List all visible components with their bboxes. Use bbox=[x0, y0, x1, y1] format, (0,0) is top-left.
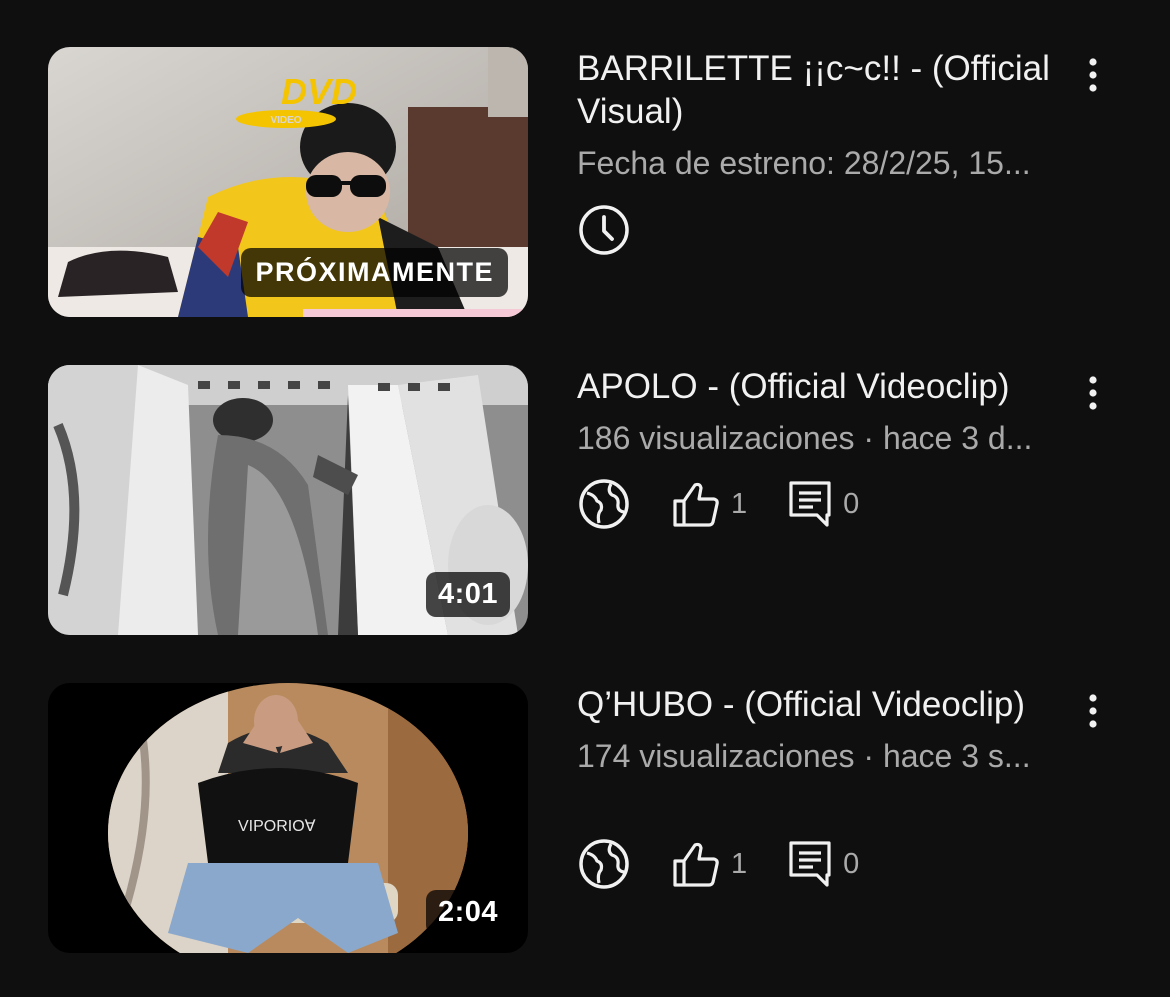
globe-icon bbox=[577, 477, 631, 531]
likes-count: 1 bbox=[731, 847, 748, 880]
video-thumbnail[interactable]: VIPORIO∀ 2:04 bbox=[48, 683, 528, 953]
more-options-button[interactable] bbox=[1073, 691, 1113, 731]
comments-count: 0 bbox=[843, 487, 860, 520]
video-meta: 186 visualizaciones · hace 3 d... bbox=[577, 420, 1033, 456]
video-stats bbox=[577, 203, 671, 257]
likes-stat: 1 bbox=[671, 839, 747, 889]
video-list: DVD VIDEO PRÓXIMAMENTE BARRILETTE ¡¡c~c!… bbox=[0, 0, 1170, 997]
video-item[interactable]: DVD VIDEO PRÓXIMAMENTE BARRILETTE ¡¡c~c!… bbox=[0, 47, 1170, 317]
video-item[interactable]: VIPORIO∀ 2:04 Q’HUBO - (Official Videocl… bbox=[0, 683, 1170, 953]
likes-stat: 1 bbox=[671, 479, 747, 529]
video-info: BARRILETTE ¡¡c~c!! - (Official Visual) F… bbox=[577, 47, 1137, 317]
more-vert-icon bbox=[1089, 376, 1097, 410]
comments-stat: 0 bbox=[787, 839, 859, 889]
comment-icon bbox=[787, 479, 833, 529]
duration-badge: 2:04 bbox=[425, 890, 510, 935]
video-title[interactable]: APOLO - (Official Videoclip) bbox=[577, 365, 1077, 408]
thumb-up-icon bbox=[671, 839, 721, 889]
svg-text:VIPORIO∀: VIPORIO∀ bbox=[238, 818, 316, 835]
more-options-button[interactable] bbox=[1073, 373, 1113, 413]
video-thumbnail[interactable]: DVD VIDEO PRÓXIMAMENTE bbox=[48, 47, 528, 317]
comments-count: 0 bbox=[843, 847, 860, 880]
video-stats: 1 0 bbox=[577, 837, 899, 891]
more-vert-icon bbox=[1089, 694, 1097, 728]
more-vert-icon bbox=[1089, 58, 1097, 92]
video-meta: 174 visualizaciones · hace 3 s... bbox=[577, 738, 1031, 774]
comments-stat: 0 bbox=[787, 479, 859, 529]
video-item[interactable]: 4:01 APOLO - (Official Videoclip) 186 vi… bbox=[0, 365, 1170, 635]
svg-text:VIDEO: VIDEO bbox=[270, 115, 301, 126]
video-stats: 1 0 bbox=[577, 477, 899, 531]
video-meta: Fecha de estreno: 28/2/25, 15... bbox=[577, 145, 1031, 181]
comment-icon bbox=[787, 839, 833, 889]
upcoming-badge: PRÓXIMAMENTE bbox=[241, 248, 508, 297]
more-options-button[interactable] bbox=[1073, 55, 1113, 95]
video-info: Q’HUBO - (Official Videoclip) 174 visual… bbox=[577, 683, 1137, 953]
clock-icon bbox=[577, 203, 631, 257]
globe-icon bbox=[577, 837, 631, 891]
duration-badge: 4:01 bbox=[425, 572, 510, 617]
video-title[interactable]: Q’HUBO - (Official Videoclip) bbox=[577, 683, 1077, 726]
thumb-up-icon bbox=[671, 479, 721, 529]
video-thumbnail[interactable]: 4:01 bbox=[48, 365, 528, 635]
video-title[interactable]: BARRILETTE ¡¡c~c!! - (Official Visual) bbox=[577, 47, 1077, 133]
dvd-logo: DVD bbox=[281, 71, 357, 112]
likes-count: 1 bbox=[731, 487, 748, 520]
video-info: APOLO - (Official Videoclip) 186 visuali… bbox=[577, 365, 1137, 635]
